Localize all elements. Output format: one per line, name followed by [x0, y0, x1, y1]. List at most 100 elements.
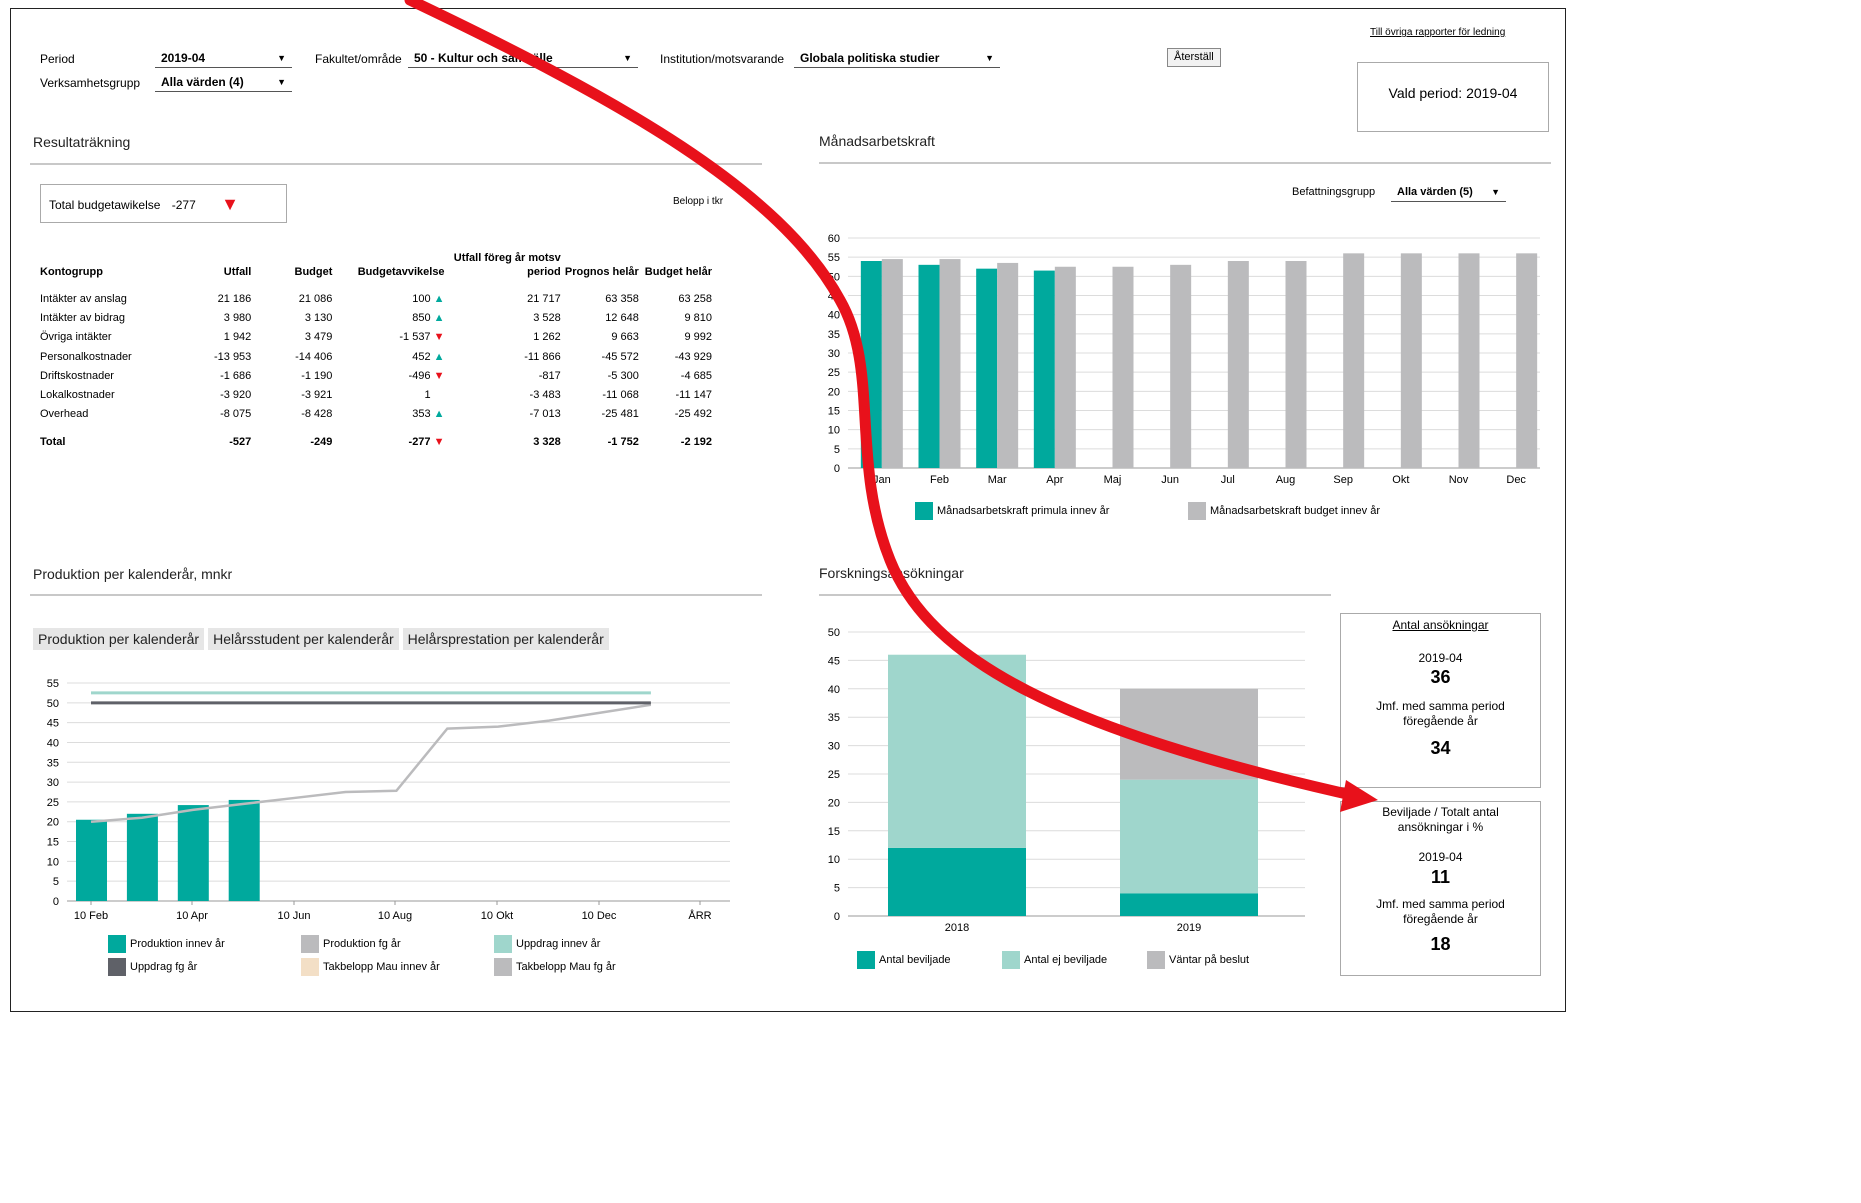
y-tick-label: 40 — [828, 684, 840, 696]
manad-divider — [819, 162, 1551, 164]
bar-primula — [976, 268, 998, 468]
col-utfall: Utfall — [223, 266, 252, 278]
bar-primula — [1033, 270, 1055, 468]
utfall-cell: -1 686 — [180, 366, 251, 385]
utfall-value: 3 980 — [223, 311, 252, 324]
bar-primula — [918, 264, 940, 468]
befattning-select-value: Alla värden (5) — [1397, 186, 1473, 198]
y-tick-label: 60 — [828, 233, 840, 245]
tab-helarsprestation[interactable]: Helårsprestation per kalenderår — [402, 628, 609, 650]
up-arrow-icon: ▲ — [433, 408, 445, 421]
utfall-fg-cell: -7 013 — [445, 405, 561, 424]
bar-ej-beviljade — [888, 654, 1026, 848]
utfall-fg-value: 21 717 — [527, 292, 561, 305]
tab-helarsstudent[interactable]: Helårsstudent per kalenderår — [208, 628, 399, 650]
utfall-value: -1 686 — [220, 369, 252, 382]
legend-takbelopp-fg: Takbelopp Mau fg år — [494, 958, 616, 976]
utfall-fg-value: 3 528 — [533, 311, 561, 324]
budget-helar-cell: 9 992 — [639, 328, 712, 347]
other-reports-link[interactable]: Till övriga rapporter för ledning — [1370, 27, 1505, 38]
beviljade-box: Beviljade / Totalt antal ansökningar i %… — [1340, 801, 1541, 976]
budget-cell: 21 086 — [251, 289, 333, 308]
legend-label: Väntar på beslut — [1169, 954, 1250, 966]
budget-value: 3 130 — [304, 311, 333, 324]
utfall-fg-cell: -817 — [445, 366, 561, 385]
budget-helar-cell: 63 258 — [639, 289, 712, 308]
forskning-divider — [819, 594, 1331, 596]
kontogrupp-value: Driftskostnader — [40, 369, 114, 382]
avvikelse-value: 1 — [424, 389, 431, 402]
avvikelse-cell: 353 ▲ — [332, 405, 444, 424]
utfall-cell: -8 075 — [180, 405, 251, 424]
avvikelse-cell: 452 ▲ — [332, 347, 444, 366]
total-budget-deviation-box: Total budgetawikelse -277 ▼ — [40, 184, 287, 223]
table-row: Overhead -8 075 -8 428 353 ▲ -7 013 -25 481 -25… — [40, 405, 712, 424]
bar-produktion-innev — [126, 813, 158, 901]
avvikelse-cell: -277 ▼ — [332, 424, 445, 448]
reset-button[interactable]: Återställ — [1167, 48, 1221, 67]
budget-cell: -3 921 — [251, 385, 332, 404]
x-tick-label: Aug — [1276, 474, 1296, 486]
avvikelse-value: 452 — [412, 350, 431, 363]
y-tick-label: 50 — [828, 271, 840, 283]
y-tick-label: 30 — [828, 348, 840, 360]
institution-select[interactable]: Globala politiska studier ▼ — [794, 50, 1000, 68]
chevron-down-icon: ▼ — [623, 53, 632, 63]
x-tick-label: 2018 — [945, 922, 969, 934]
budget-cell: 3 130 — [251, 308, 333, 327]
bar-budget — [1285, 261, 1307, 468]
period-label: Period — [40, 52, 75, 66]
legend-label: Uppdrag innev år — [516, 938, 601, 950]
bar-budget — [1343, 253, 1365, 468]
table-total-row: Total -527 -249 -277 ▼ 3 328 -1 752 -2 192 — [40, 424, 712, 448]
fakultet-label: Fakultet/område — [315, 52, 402, 66]
period-select[interactable]: 2019-04 ▼ — [155, 50, 292, 68]
y-tick-label: 25 — [828, 367, 840, 379]
col-kontogrupp: Kontogrupp — [40, 266, 103, 278]
x-tick-label: Jun — [1161, 474, 1179, 486]
budget-value: 21 086 — [298, 292, 333, 305]
avvikelse-value: 850 — [412, 311, 431, 324]
x-tick-label: Feb — [930, 474, 949, 486]
befattning-select[interactable]: Alla värden (5) ▼ — [1391, 184, 1506, 202]
chevron-down-icon: ▼ — [277, 53, 286, 63]
x-tick-label: Mar — [988, 474, 1007, 486]
utfall-fg-cell: 3 528 — [445, 308, 561, 327]
prognos-value: 9 663 — [611, 331, 639, 344]
fakultet-select-value: 50 - Kultur och samhälle — [414, 51, 553, 65]
legend-label: Produktion fg år — [323, 938, 401, 950]
y-tick-label: 50 — [47, 698, 59, 710]
avvikelse-cell: 100 ▲ — [332, 289, 444, 308]
bev-value: 11 — [1430, 867, 1451, 887]
legend-uppdrag-innev: Uppdrag innev år — [494, 935, 600, 953]
utfall-fg-value: -3 483 — [529, 389, 561, 402]
down-arrow-icon: ▼ — [433, 331, 445, 344]
prognos-value: 63 358 — [605, 292, 639, 305]
bar-budget — [1227, 261, 1249, 468]
legend-swatch — [1188, 502, 1206, 520]
chevron-down-icon: ▼ — [1491, 187, 1500, 197]
y-tick-label: 0 — [53, 896, 59, 908]
col-prognos: Prognos helår — [564, 266, 639, 278]
x-tick-label: Apr — [1046, 474, 1063, 486]
manad-title: Månadsarbetskraft — [819, 133, 935, 149]
legend-label: Månadsarbetskraft budget innev år — [1210, 505, 1380, 517]
y-tick-label: 30 — [828, 741, 840, 753]
utfall-value: 1 942 — [223, 331, 252, 344]
x-tick-label: Jul — [1221, 474, 1235, 486]
antal-cmp-label: Jmf. med samma period föregående år — [1376, 699, 1505, 728]
produktion-title: Produktion per kalenderår, mnkr — [33, 566, 233, 582]
verksamhet-select-value: Alla värden (4) — [161, 75, 244, 89]
legend-label: Antal beviljade — [879, 954, 951, 966]
y-tick-label: 10 — [828, 854, 840, 866]
utfall-value: -13 953 — [213, 350, 252, 363]
tab-produktion[interactable]: Produktion per kalenderår — [33, 628, 205, 650]
legend-swatch — [301, 958, 319, 976]
bar-budget — [1112, 266, 1134, 468]
table-row: Intäkter av bidrag 3 980 3 130 850 ▲ 3 528 12 … — [40, 308, 712, 327]
utfall-fg-value: 1 262 — [533, 331, 561, 344]
x-tick-label: Okt — [1392, 474, 1409, 486]
fakultet-select[interactable]: 50 - Kultur och samhälle ▼ — [408, 50, 638, 68]
verksamhet-select[interactable]: Alla värden (4) ▼ — [155, 74, 292, 92]
antal-value: 36 — [1430, 667, 1451, 687]
